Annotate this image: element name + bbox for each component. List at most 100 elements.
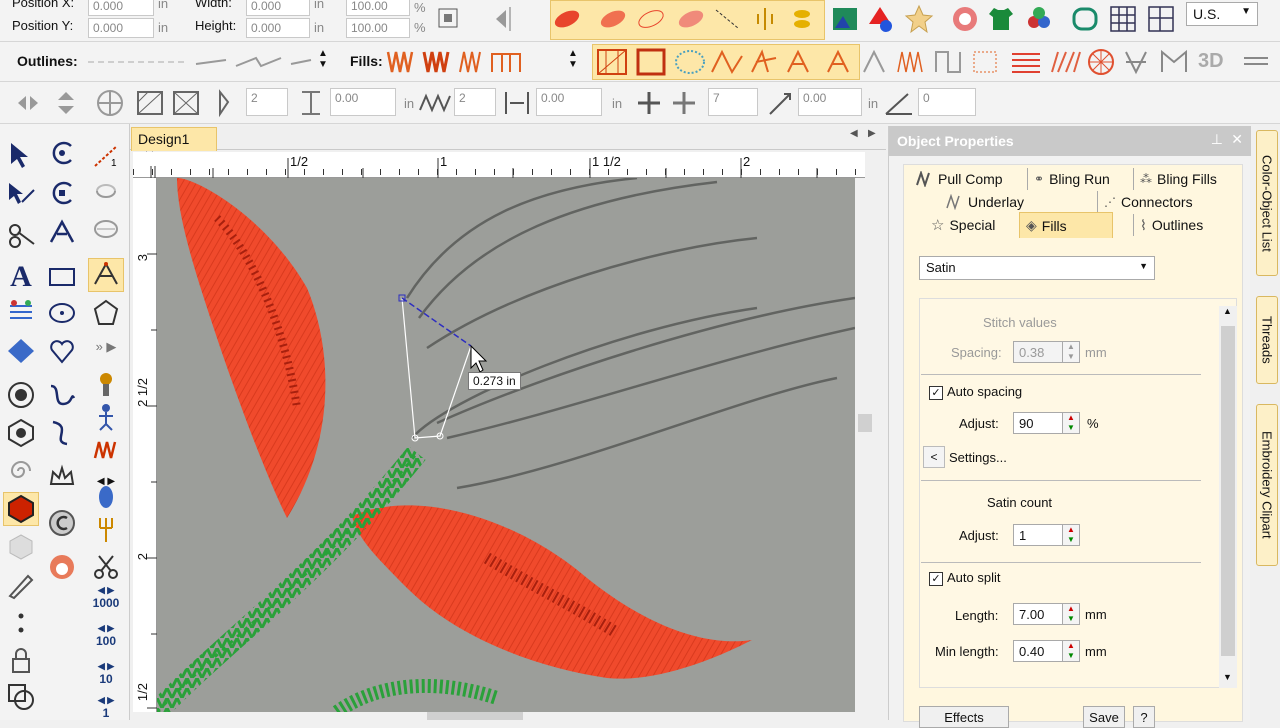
crown-icon[interactable] <box>44 460 80 494</box>
dots-icon[interactable] <box>3 606 39 640</box>
fork-icon[interactable] <box>88 512 124 546</box>
guides-icon[interactable] <box>1146 4 1176 34</box>
knife-icon[interactable] <box>3 218 39 252</box>
run-line-icon[interactable] <box>712 4 742 34</box>
scroll-up-icon[interactable]: ▲ <box>1223 306 1232 316</box>
tab-special[interactable]: ☆ Special <box>925 214 1001 236</box>
units-select[interactable]: U.S. ▼ <box>1186 2 1258 26</box>
node-polygon-icon[interactable] <box>88 296 124 330</box>
design-tab[interactable]: Design1 ✕ <box>131 127 217 163</box>
pen-icon[interactable] <box>3 568 39 602</box>
value-field-2[interactable]: 0.00 <box>536 88 602 116</box>
applique-shape-icon[interactable] <box>44 550 80 584</box>
curve-tool-icon[interactable] <box>44 378 80 412</box>
scale-width-field[interactable]: 100.00 <box>346 0 410 16</box>
shapes-icon[interactable] <box>866 4 896 34</box>
close-icon[interactable]: ✕ <box>1231 131 1243 148</box>
run-line-tool-icon[interactable]: 1 <box>88 138 124 172</box>
auto-spacing-checkbox[interactable]: ✓ Auto spacing <box>929 384 1022 400</box>
scissors-icon[interactable] <box>88 550 124 584</box>
outline-styles-icon[interactable] <box>86 52 316 72</box>
angle-icon[interactable] <box>882 88 916 118</box>
scale-height-field[interactable]: 100.00 <box>346 18 410 38</box>
polygon-icon[interactable] <box>3 530 39 564</box>
tab-underlay[interactable]: Underlay <box>939 191 1030 213</box>
tab-bling-fills[interactable]: ⁂ Bling Fills <box>1133 168 1223 190</box>
scrollbar-thumb[interactable] <box>1221 326 1235 656</box>
settings-link[interactable]: Settings... <box>949 450 1007 465</box>
ellipse-icon[interactable] <box>44 296 80 330</box>
align-tools-icon[interactable] <box>14 88 124 118</box>
loop-curve-icon[interactable] <box>44 416 80 450</box>
pin-icon[interactable]: ⊥ <box>1211 131 1223 148</box>
pattern-leaf-icon[interactable] <box>676 4 706 34</box>
shirt-icon[interactable] <box>986 4 1016 34</box>
adjust-stepper[interactable]: ▲ ▼ <box>1062 412 1080 434</box>
text-icon[interactable]: A <box>3 260 39 294</box>
rotate-icon[interactable] <box>88 174 124 208</box>
side-tab-threads[interactable]: Threads <box>1256 296 1278 384</box>
chevron-down-icon[interactable]: ▲ ▼ <box>318 48 328 70</box>
width-field[interactable]: 0.000 <box>246 0 310 16</box>
length-stepper[interactable]: ▲ ▼ <box>1062 603 1080 625</box>
value-field-4[interactable]: 0 <box>918 88 976 116</box>
help-button[interactable]: ? <box>1133 706 1155 728</box>
zigzag-icon[interactable] <box>418 92 452 114</box>
hexagon-bolt-icon[interactable] <box>3 416 39 450</box>
vertical-scrollbar[interactable] <box>856 178 874 712</box>
length-field[interactable]: 7.00 <box>1013 603 1063 625</box>
point-edit-icon[interactable] <box>88 258 124 292</box>
save-button[interactable]: Save <box>1083 706 1125 728</box>
fills-scrollbar[interactable]: ▲ ▼ <box>1219 306 1237 688</box>
settings-collapse-button[interactable]: < <box>923 446 945 468</box>
side-tab-color-object-list[interactable]: Color-Object List <box>1256 130 1278 276</box>
rotate-alt-icon[interactable] <box>88 212 124 246</box>
thread-spools-icon[interactable] <box>1024 4 1054 34</box>
position-y-field[interactable]: 0.000 <box>88 18 154 38</box>
satin-count-field[interactable]: 1 <box>1013 524 1063 546</box>
spiral-icon[interactable] <box>3 454 39 488</box>
position-x-field[interactable]: 0.000 <box>88 0 154 16</box>
tab-scroll-left-icon[interactable]: ◀ <box>850 128 858 139</box>
expand-arrow-icon[interactable]: » ▶ <box>88 330 124 364</box>
rectangle-icon[interactable] <box>44 260 80 294</box>
spacing-stepper[interactable]: ▲ ▼ <box>1062 341 1080 363</box>
motif-icon[interactable] <box>750 4 780 34</box>
stitch-count-1000[interactable]: ◀ ▶ 1000 <box>88 580 124 614</box>
tab-outlines[interactable]: ⌇ Outlines <box>1133 214 1209 236</box>
value-field-3[interactable]: 0.00 <box>798 88 862 116</box>
node-edit-icon[interactable] <box>44 216 80 250</box>
circle-arrow-icon[interactable] <box>44 136 80 170</box>
monogram-icon[interactable] <box>3 296 39 330</box>
mirror-icon[interactable] <box>492 4 522 34</box>
stitch-count-10[interactable]: ◀ ▶ 10 <box>88 656 124 690</box>
target-icon[interactable] <box>3 378 39 412</box>
select-arrow-icon[interactable] <box>3 138 39 172</box>
design-canvas[interactable]: 0.273 in <box>157 178 855 712</box>
lock-proportions-icon[interactable] <box>434 2 464 32</box>
horizontal-scrollbar[interactable] <box>157 712 857 720</box>
bead-icon[interactable] <box>88 480 124 514</box>
reshape-icon[interactable] <box>3 178 39 212</box>
diamond-text-icon[interactable] <box>3 334 39 368</box>
tab-scroll-right-icon[interactable]: ▶ <box>868 128 876 139</box>
satin-count-stepper[interactable]: ▲ ▼ <box>1062 524 1080 546</box>
chevron-down-icon[interactable]: ▲ ▼ <box>568 48 578 70</box>
tree-icon[interactable] <box>88 368 124 402</box>
figure-icon[interactable] <box>88 400 124 434</box>
shape-overlap-icon[interactable] <box>3 680 39 714</box>
camera-c-icon[interactable] <box>44 506 80 540</box>
applique-icon[interactable] <box>950 4 980 34</box>
min-length-stepper[interactable]: ▲ ▼ <box>1062 640 1080 662</box>
tab-connectors[interactable]: ⋰ Connectors <box>1097 191 1199 213</box>
scroll-down-icon[interactable]: ▼ <box>1223 672 1232 682</box>
scrollbar-thumb[interactable] <box>427 712 523 720</box>
offset-icon[interactable] <box>766 88 796 118</box>
heart-shapes-icon[interactable] <box>44 334 80 368</box>
stitch-count-1[interactable]: ◀ ▶ 1 <box>88 690 124 724</box>
value-field-1[interactable]: 0.00 <box>330 88 396 116</box>
fill-patterns-icon[interactable] <box>596 48 1236 76</box>
align-spacing-icon[interactable] <box>502 88 532 118</box>
tab-fills[interactable]: ◈ Fills <box>1019 212 1113 238</box>
outline-leaf-icon[interactable] <box>636 4 666 34</box>
